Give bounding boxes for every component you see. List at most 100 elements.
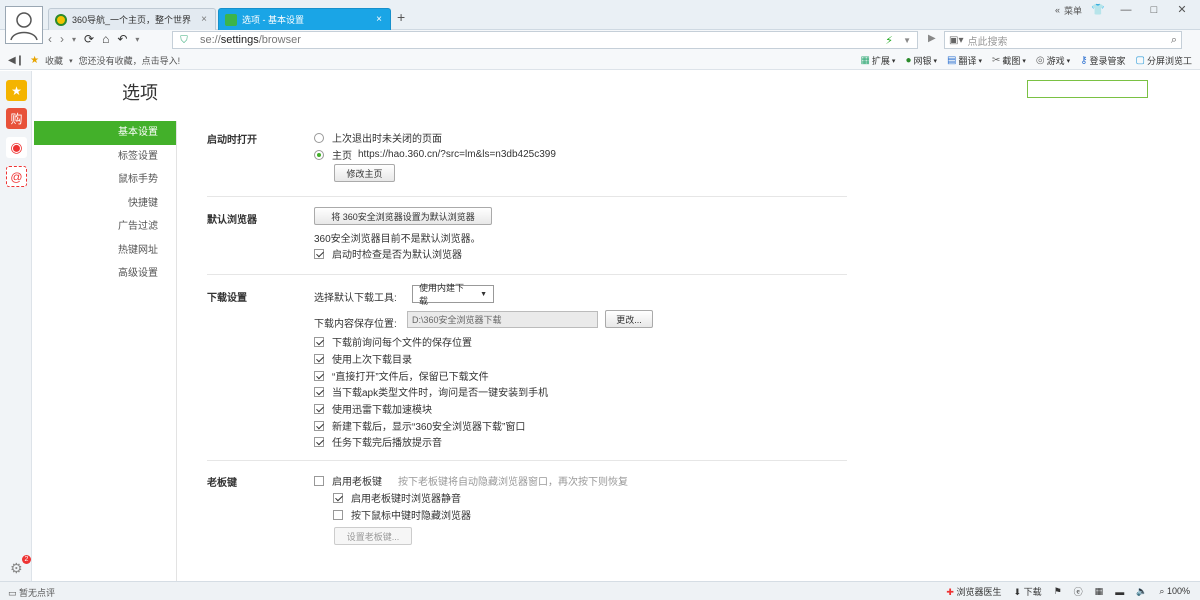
checkbox[interactable]	[314, 370, 324, 381]
change-homepage-button[interactable]: 修改主页	[334, 164, 395, 182]
search-engine-icon[interactable]: ▣▾	[949, 35, 963, 46]
download-option-xunlei[interactable]: 使用迅雷下载加速模块	[314, 401, 432, 416]
browser-doctor-button[interactable]: ✚ 浏览器医生	[946, 585, 1001, 598]
checkbox[interactable]	[314, 420, 324, 431]
change-path-button[interactable]: 更改...	[605, 310, 653, 328]
shopping-icon[interactable]: 购	[6, 108, 27, 129]
favorites-button[interactable]: 收藏	[45, 54, 63, 67]
download-button[interactable]: ⬇ 下载	[1014, 585, 1042, 598]
chevron-left-icon[interactable]: «	[1055, 5, 1060, 15]
menu-button[interactable]: 菜单	[1064, 4, 1082, 17]
sidebar-item-tabs[interactable]: 标签设置	[34, 145, 176, 169]
download-option-ask-location[interactable]: 下载前询问每个文件的保存位置	[314, 334, 472, 349]
zoom-control[interactable]: ⌕ 100%	[1159, 586, 1190, 597]
address-bar[interactable]: ⛉ se://settings/browser ⚡ ▼	[172, 31, 918, 49]
bank-button[interactable]: ● 网银 ▾	[905, 54, 937, 67]
user-avatar[interactable]	[5, 6, 43, 44]
close-window-button[interactable]: ✕	[1170, 2, 1194, 18]
checkbox[interactable]	[314, 336, 324, 347]
lightning-icon[interactable]: ⚡	[885, 34, 893, 47]
volume-icon[interactable]: 🔈	[1136, 586, 1147, 597]
email-icon[interactable]: @	[6, 166, 27, 187]
go-arrow-icon[interactable]: ▶	[928, 33, 936, 44]
skin-shirt-icon[interactable]: 👕	[1086, 2, 1110, 18]
split-screen-button[interactable]: ▢ 分屏浏览工	[1136, 54, 1192, 67]
sidebar-item-basic[interactable]: 基本设置	[34, 121, 176, 145]
settings-sidebar: 基本设置 标签设置 鼠标手势 快捷键 广告过滤 热键网址 高级设置	[34, 121, 177, 581]
dropdown-icon[interactable]: ▾	[135, 35, 139, 46]
startup-option-homepage[interactable]: 主页 https://hao.360.cn/?src=lm&ls=n3db425…	[314, 147, 556, 162]
chevron-down-icon[interactable]: ▼	[903, 36, 911, 45]
startup-option-last-session[interactable]: 上次退出时未关闭的页面	[314, 130, 442, 145]
download-option-last-dir[interactable]: 使用上次下载目录	[314, 351, 412, 366]
tab-close-icon[interactable]: ×	[374, 14, 384, 25]
tab-close-icon[interactable]: ×	[199, 14, 209, 25]
home-icon[interactable]: ⌂	[102, 32, 109, 46]
check-default-on-start[interactable]: 启动时检查是否为默认浏览器	[314, 246, 462, 261]
search-input[interactable]: ▣▾ 点此搜索 ⌕	[944, 31, 1182, 49]
download-path-field[interactable]: D:\360安全浏览器下载	[407, 311, 598, 328]
undo-icon[interactable]: ↶	[117, 32, 127, 46]
extension-button[interactable]: ▦ 扩展 ▾	[860, 54, 895, 67]
login-manager-button[interactable]: ⚷ 登录管家	[1080, 54, 1125, 67]
boss-key-mute[interactable]: 启用老板键时浏览器静音	[333, 490, 461, 505]
checkbox[interactable]	[314, 475, 324, 486]
notification-badge: 2	[22, 555, 31, 564]
favorites-hint[interactable]: 您还没有收藏，点击导入!	[79, 54, 181, 67]
maximize-button[interactable]: □	[1142, 2, 1166, 18]
star-folder-icon: ★	[30, 55, 40, 66]
download-tool-select[interactable]: 使用内建下载 ▼	[412, 283, 494, 306]
forward-arrow-icon[interactable]: ›	[60, 32, 64, 46]
new-tab-button[interactable]: +	[397, 9, 405, 25]
monitor-icon[interactable]: ▬	[1115, 587, 1124, 597]
settings-search-input[interactable]	[1027, 80, 1148, 98]
download-section: 下载设置 选择默认下载工具: 使用内建下载 ▼ 下载内容保存位置: D:\360…	[207, 275, 847, 461]
extension-icon: ▦	[860, 55, 870, 66]
sidebar-item-shortcuts[interactable]: 快捷键	[34, 192, 176, 216]
sidebar-item-ad-filter[interactable]: 广告过滤	[34, 215, 176, 239]
radio-button[interactable]	[314, 132, 324, 143]
radio-button[interactable]	[314, 149, 324, 160]
checkbox[interactable]	[333, 509, 343, 520]
tab-360-navigation[interactable]: 360导航_一个主页，整个世界 ×	[48, 8, 216, 30]
dropdown-icon[interactable]: ▾	[72, 35, 76, 46]
sidebar-item-hotkey-urls[interactable]: 热键网址	[34, 239, 176, 263]
minimize-button[interactable]: —	[1114, 2, 1138, 18]
checkbox[interactable]	[314, 436, 324, 447]
default-browser-status: 360安全浏览器目前不是默认浏览器。	[314, 234, 481, 245]
address-url[interactable]: se://settings/browser	[200, 34, 301, 46]
grid-icon[interactable]: ▦	[1095, 586, 1104, 597]
weibo-icon[interactable]: ◉	[6, 137, 27, 158]
translate-button[interactable]: ▤ 翻译 ▾	[947, 54, 982, 67]
download-option-keep-file[interactable]: “直接打开”文件后，保留已下载文件	[314, 368, 489, 383]
checkbox[interactable]	[314, 403, 324, 414]
chevron-down-icon[interactable]: ▾	[69, 57, 73, 65]
download-option-show-window[interactable]: 新建下载后，显示“360安全浏览器下载”窗口	[314, 418, 525, 433]
game-button[interactable]: ◎ 游戏 ▾	[1036, 54, 1070, 67]
favorites-star-icon[interactable]: ★	[6, 80, 27, 101]
settings-gear-icon[interactable]: ⚙ 2	[10, 555, 31, 577]
download-option-apk[interactable]: 当下载apk类型文件时，询问是否一键安装到手机	[314, 384, 548, 399]
checkbox[interactable]	[314, 248, 324, 259]
set-boss-key-button[interactable]: 设置老板键...	[334, 527, 412, 545]
comment-icon: ▭	[8, 588, 17, 598]
back-arrow-icon[interactable]: ‹	[48, 32, 52, 46]
checkbox[interactable]	[314, 353, 324, 364]
download-option-sound[interactable]: 任务下载完后播放提示音	[314, 434, 442, 449]
screenshot-button[interactable]: ✂ 截图 ▾	[992, 54, 1026, 67]
tab-settings[interactable]: 选项 - 基本设置 ×	[218, 8, 391, 30]
status-review[interactable]: ▭ 暂无点评	[8, 586, 55, 599]
sidebar-item-advanced[interactable]: 高级设置	[34, 262, 176, 286]
checkbox[interactable]	[314, 386, 324, 397]
tab-title: 360导航_一个主页，整个世界	[72, 15, 192, 25]
refresh-icon[interactable]: ⟳	[84, 32, 94, 46]
ie-icon[interactable]: ⓔ	[1074, 585, 1083, 598]
sidebar-item-mouse-gesture[interactable]: 鼠标手势	[34, 168, 176, 192]
checkbox[interactable]	[333, 492, 343, 503]
boss-key-enable[interactable]: 启用老板键 按下老板键将自动隐藏浏览器窗口，再次按下则恢复	[314, 473, 628, 488]
boss-key-middle-click[interactable]: 按下鼠标中键时隐藏浏览器	[333, 507, 471, 522]
sidebar-toggle-icon[interactable]: ◀❙	[8, 55, 24, 66]
flag-icon[interactable]: ⚑	[1054, 586, 1062, 597]
set-default-browser-button[interactable]: 将 360安全浏览器设置为默认浏览器	[314, 207, 492, 225]
search-icon[interactable]: ⌕	[1171, 34, 1177, 47]
